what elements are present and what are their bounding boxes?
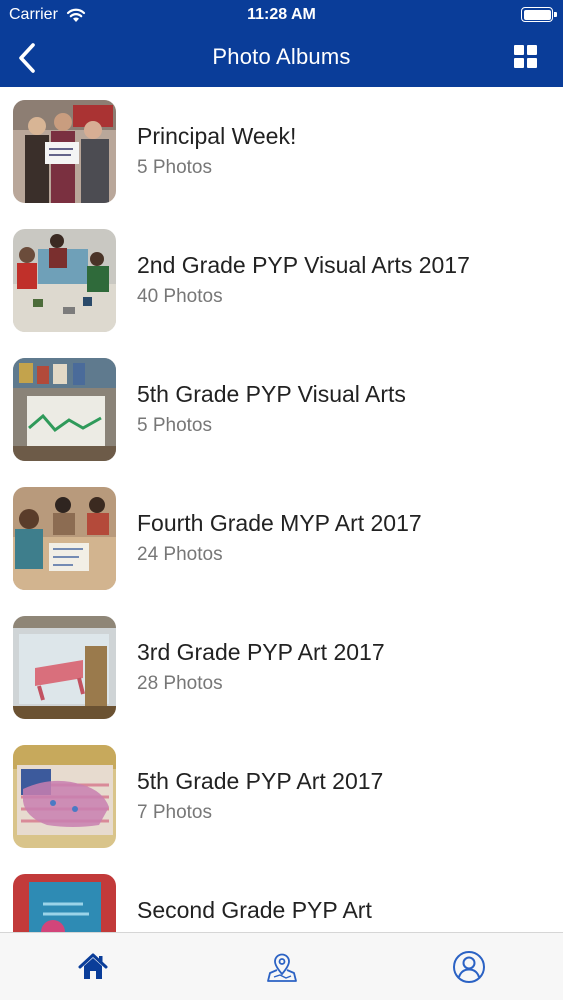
album-title: 5th Grade PYP Visual Arts xyxy=(137,381,406,407)
battery-icon xyxy=(521,7,557,22)
album-row[interactable]: Principal Week! 5 Photos xyxy=(0,87,563,216)
album-photo-count: 28 Photos xyxy=(137,673,223,694)
album-title: Principal Week! xyxy=(137,123,297,149)
album-thumbnail xyxy=(13,874,116,932)
album-title: Second Grade PYP Art xyxy=(137,897,372,923)
album-list: Principal Week! 5 Photos 2nd Grade PYP V… xyxy=(0,87,563,932)
navigation-bar: Photo Albums xyxy=(0,30,563,87)
album-row[interactable]: 5th Grade PYP Art 2017 7 Photos xyxy=(0,732,563,861)
album-row[interactable]: Second Grade PYP Art xyxy=(0,861,563,932)
album-title: 5th Grade PYP Art 2017 xyxy=(137,768,384,794)
album-photo-count: 7 Photos xyxy=(137,802,212,823)
album-title: Fourth Grade MYP Art 2017 xyxy=(137,510,422,536)
grid-icon xyxy=(514,45,524,55)
album-thumbnail xyxy=(13,100,116,203)
album-photo-count: 40 Photos xyxy=(137,286,223,307)
home-icon xyxy=(78,953,108,979)
album-thumbnail xyxy=(13,358,116,461)
album-row[interactable]: Fourth Grade MYP Art 2017 24 Photos xyxy=(0,474,563,603)
album-row[interactable]: 2nd Grade PYP Visual Arts 2017 40 Photos xyxy=(0,216,563,345)
album-title: 2nd Grade PYP Visual Arts 2017 xyxy=(137,252,470,278)
map-pin-icon xyxy=(267,953,297,982)
user-profile-icon xyxy=(453,951,485,983)
album-thumbnail xyxy=(13,487,116,590)
album-thumbnail xyxy=(13,745,116,848)
album-thumbnail xyxy=(13,616,116,719)
tab-home[interactable] xyxy=(73,947,113,987)
album-thumbnail xyxy=(13,229,116,332)
album-row[interactable]: 3rd Grade PYP Art 2017 28 Photos xyxy=(0,603,563,732)
album-title: 3rd Grade PYP Art 2017 xyxy=(137,639,385,665)
status-time: 11:28 AM xyxy=(247,6,316,23)
tab-locations[interactable] xyxy=(262,947,302,987)
album-photo-count: 24 Photos xyxy=(137,544,223,565)
tab-profile[interactable] xyxy=(449,947,489,987)
page-title: Photo Albums xyxy=(212,44,351,69)
album-photo-count: 5 Photos xyxy=(137,415,212,436)
tab-bar xyxy=(0,932,563,1000)
album-photo-count: 5 Photos xyxy=(137,157,212,178)
status-bar: Carrier 11:28 AM xyxy=(0,0,563,30)
grid-view-button[interactable] xyxy=(514,45,538,69)
album-row[interactable]: 5th Grade PYP Visual Arts 5 Photos xyxy=(0,345,563,474)
